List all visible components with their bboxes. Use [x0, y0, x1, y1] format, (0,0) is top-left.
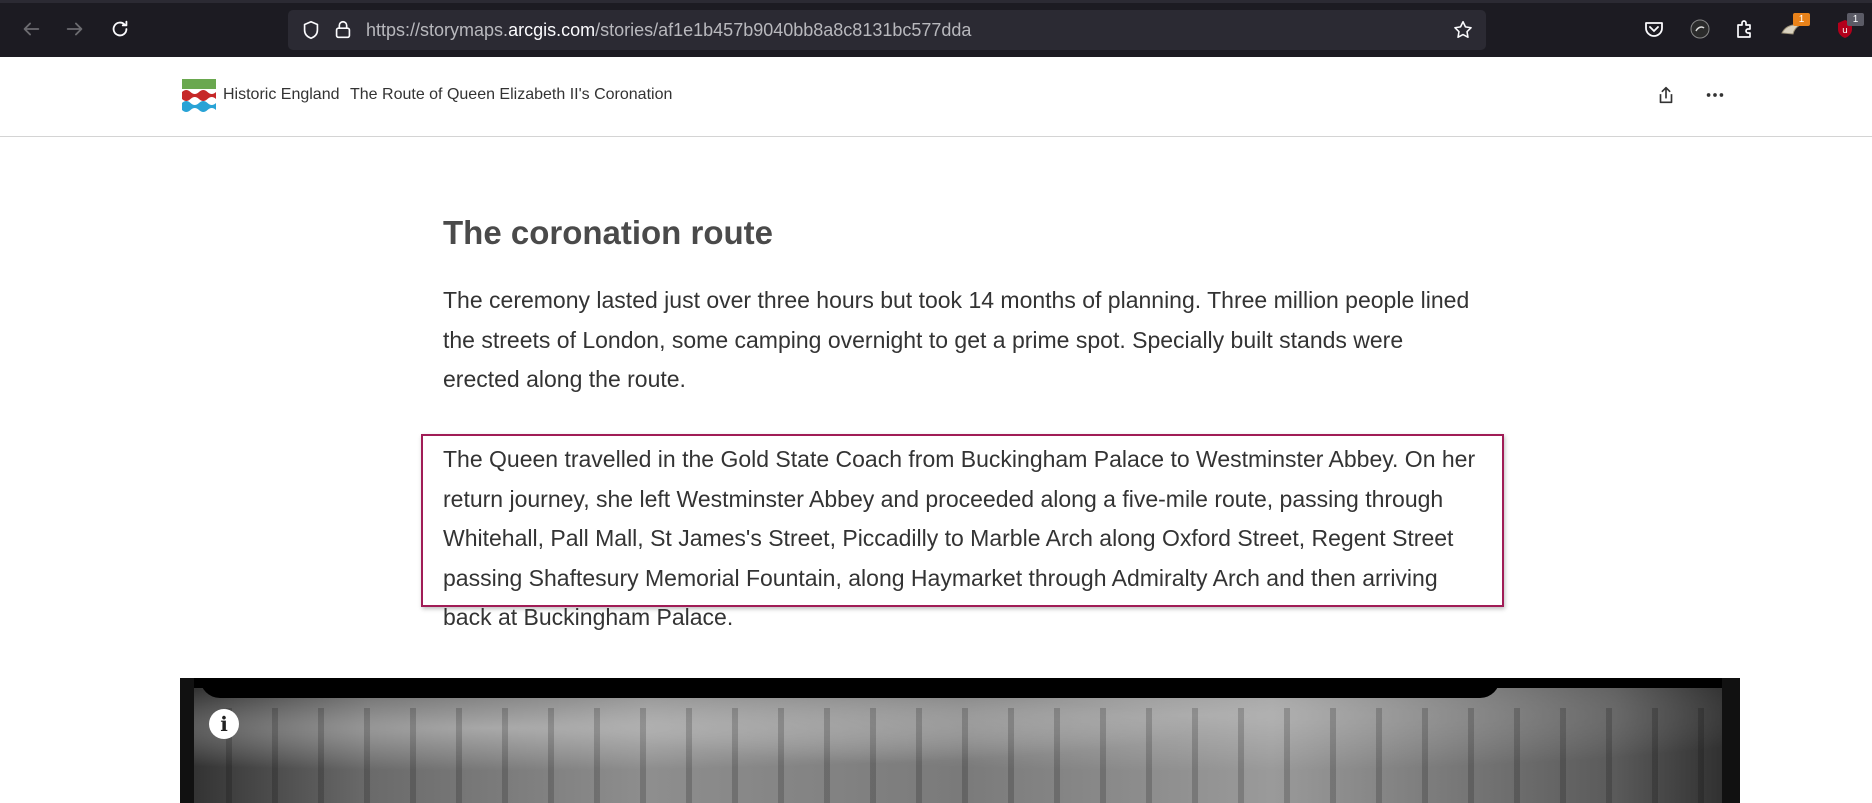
svg-text:u: u [1842, 26, 1848, 36]
browser-toolbar: https://storymaps.arcgis.com/stories/af1… [0, 0, 1872, 57]
bookmark-star-icon[interactable] [1452, 19, 1474, 41]
film-edge [200, 678, 1500, 698]
film-edge [1722, 678, 1740, 803]
arrow-left-icon [23, 22, 40, 36]
url-prefix: https://storymaps. [366, 20, 509, 40]
tab-strip [0, 0, 1872, 3]
url-text[interactable]: https://storymaps.arcgis.com/stories/af1… [366, 20, 971, 41]
extension-badge: 1 [1847, 13, 1864, 26]
url-domain: arcgis.com [508, 20, 596, 40]
reload-button[interactable] [105, 14, 135, 44]
url-path: /stories/af1e1b457b9040bb8a8c8131bc577dd… [595, 20, 972, 40]
share-icon [1659, 86, 1673, 104]
lock-icon[interactable] [332, 19, 354, 41]
back-button[interactable] [16, 14, 46, 44]
paragraph-route: The Queen travelled in the Gold State Co… [443, 446, 1476, 630]
tracking-shield-icon[interactable] [300, 19, 322, 41]
info-icon[interactable]: ℹ [209, 709, 239, 739]
more-options-button[interactable] [1700, 80, 1730, 110]
extension-badge: 1 [1793, 13, 1810, 26]
share-button[interactable] [1651, 80, 1681, 110]
extension-dark-icon [1690, 19, 1710, 39]
historic-england-logo[interactable] [182, 79, 216, 113]
story-header: Historic England The Route of Queen Eliz… [0, 57, 1872, 137]
paragraph-ceremony: The ceremony lasted just over three hour… [443, 287, 1470, 392]
extension-dark-button[interactable] [1685, 14, 1715, 44]
org-name-link[interactable]: Historic England [223, 86, 340, 104]
extensions-button[interactable] [1730, 14, 1760, 44]
section-heading: The coronation route [443, 214, 773, 251]
film-edge [180, 678, 194, 803]
url-bar[interactable]: https://storymaps.arcgis.com/stories/af1… [288, 10, 1486, 50]
reload-icon [112, 20, 128, 37]
forward-button[interactable] [60, 14, 90, 44]
coronation-photo [180, 678, 1740, 803]
pocket-button[interactable] [1639, 14, 1669, 44]
more-horizontal-icon [1706, 93, 1724, 97]
arrow-right-icon [66, 22, 83, 36]
extension-orange-button[interactable]: 1 [1776, 13, 1810, 44]
story-title: The Route of Queen Elizabeth II's Corona… [350, 86, 673, 103]
building-facade [180, 708, 1740, 803]
extensions-puzzle-icon [1737, 20, 1751, 38]
ublock-button[interactable]: u 1 [1830, 13, 1864, 44]
pocket-icon [1645, 22, 1663, 37]
